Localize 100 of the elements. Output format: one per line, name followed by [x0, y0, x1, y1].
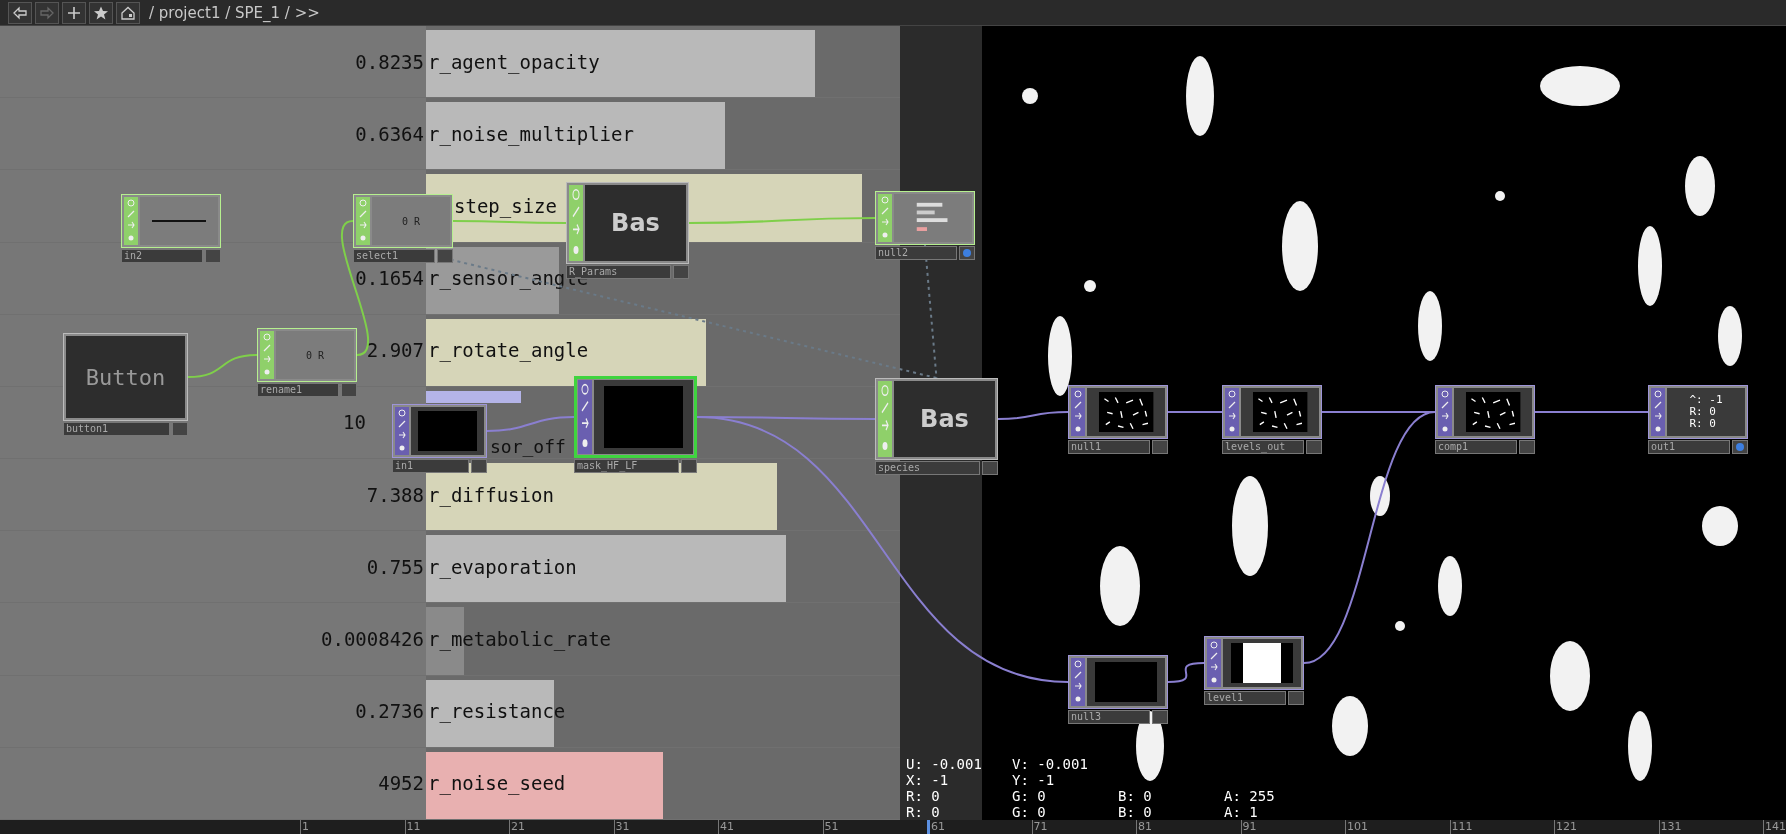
- display-flag-button[interactable]: [341, 383, 357, 397]
- operator-node[interactable]: Bas: [566, 182, 689, 264]
- forward-arrow-icon: [39, 4, 55, 21]
- node-name[interactable]: rename1: [257, 383, 339, 397]
- operator-node[interactable]: [1068, 655, 1168, 709]
- frame-tick: 31: [613, 820, 718, 834]
- particle-blob: [1718, 306, 1742, 366]
- operator-node[interactable]: Button: [63, 333, 188, 421]
- node-name[interactable]: in1: [392, 459, 469, 473]
- display-flag-button[interactable]: [471, 459, 487, 473]
- star-button[interactable]: [89, 1, 113, 24]
- node-flags-drawing[interactable]: [1071, 388, 1085, 436]
- particle-blob: [1685, 156, 1715, 216]
- operator-node[interactable]: [392, 404, 487, 458]
- parameter-value: 0.2736: [355, 700, 424, 723]
- node-name[interactable]: levels_out: [1222, 440, 1304, 454]
- add-button[interactable]: [62, 1, 86, 24]
- node-flags-drawing[interactable]: [878, 381, 892, 457]
- node-name[interactable]: mask_HF_LF: [574, 459, 679, 473]
- pixel-readout: U: -0.001: [906, 756, 982, 772]
- operator-node[interactable]: [1204, 636, 1304, 690]
- node-name[interactable]: null2: [875, 246, 957, 260]
- node-flags-drawing[interactable]: [578, 380, 592, 454]
- plus-icon: [66, 4, 82, 21]
- particle-blob: [1550, 641, 1590, 711]
- operator-node[interactable]: 0 R: [257, 328, 357, 382]
- node-name[interactable]: species: [875, 461, 980, 475]
- display-flag-button[interactable]: [172, 422, 188, 436]
- node-flags-drawing[interactable]: [124, 197, 138, 245]
- frame-tick: 81: [1136, 820, 1241, 834]
- display-flag-button[interactable]: [205, 249, 221, 263]
- breadcrumb-path[interactable]: / project1 / SPE_1 / >>: [149, 3, 320, 22]
- pixel-readout: G: 0: [1012, 788, 1046, 804]
- node-wire: [1167, 662, 1205, 683]
- node-preview-text: Bas: [920, 405, 969, 433]
- particle-blob: [1628, 711, 1652, 781]
- pixel-readout: B: 0: [1118, 788, 1152, 804]
- pixel-readout: A: 255: [1224, 788, 1275, 804]
- node-name[interactable]: select1: [353, 249, 435, 263]
- node-flags-drawing[interactable]: [1438, 388, 1452, 436]
- node-name[interactable]: in2: [121, 249, 203, 263]
- node-flags-drawing[interactable]: [569, 185, 583, 261]
- node-name[interactable]: level1: [1204, 691, 1286, 705]
- node-flags-drawing[interactable]: [1071, 658, 1085, 706]
- display-flag-button[interactable]: [1732, 440, 1748, 454]
- operator-node[interactable]: [1068, 385, 1168, 439]
- display-flag-button[interactable]: [959, 246, 975, 260]
- operator-node[interactable]: ^: -1 R: 0 R: 0: [1648, 385, 1748, 439]
- display-flag-button[interactable]: [1152, 440, 1168, 454]
- node-wire: [1167, 411, 1223, 413]
- pixel-readout: X: -1: [906, 772, 949, 788]
- display-flag-button[interactable]: [673, 265, 689, 279]
- node-flags-drawing[interactable]: [395, 407, 409, 455]
- frame-tick: 111: [1449, 820, 1554, 834]
- parameter-bar[interactable]: [426, 463, 777, 531]
- parameter-name: r_noise_multiplier: [427, 122, 634, 145]
- display-flag-button[interactable]: [1306, 440, 1322, 454]
- pixel-readout: V: -0.001: [1012, 756, 1088, 772]
- node-preview-text: 0 R: [401, 215, 421, 227]
- parameter-bar[interactable]: [426, 102, 725, 170]
- node-name[interactable]: out1: [1648, 440, 1730, 454]
- parameter-name: r_rotate_angle: [427, 339, 589, 362]
- node-name[interactable]: button1: [63, 422, 170, 436]
- display-flag-button[interactable]: [681, 459, 697, 473]
- parameter-bar[interactable]: [426, 30, 815, 98]
- frame-tick: 101: [1345, 820, 1450, 834]
- frame-tick: 1: [300, 820, 405, 834]
- particle-blob: [1495, 191, 1505, 201]
- back-arrow-icon: [12, 4, 28, 21]
- operator-node[interactable]: Bas: [875, 378, 998, 460]
- frame-tick: 21: [509, 820, 614, 834]
- operator-node[interactable]: [1435, 385, 1535, 439]
- node-flags-drawing[interactable]: [1651, 388, 1665, 436]
- node-flags-drawing[interactable]: [356, 197, 370, 245]
- pixel-readout: Y: -1: [1012, 772, 1055, 788]
- parameter-name: step_size: [453, 194, 557, 217]
- operator-node[interactable]: [1222, 385, 1322, 439]
- back-button[interactable]: [8, 1, 32, 24]
- node-flags-drawing[interactable]: [1207, 639, 1221, 687]
- operator-node[interactable]: [574, 376, 697, 458]
- home-button[interactable]: [116, 1, 140, 24]
- display-flag-button[interactable]: [1519, 440, 1535, 454]
- node-flags-drawing[interactable]: [260, 331, 274, 379]
- parameter-bar[interactable]: [426, 318, 706, 386]
- display-flag-button[interactable]: [1288, 691, 1304, 705]
- display-flag-button[interactable]: [982, 461, 998, 475]
- display-flag-button[interactable]: [437, 249, 453, 263]
- parameter-bar[interactable]: [426, 751, 663, 819]
- node-name[interactable]: null3: [1068, 710, 1150, 724]
- node-preview-text: ^: -1 R: 0 R: 0: [1689, 393, 1723, 431]
- node-flags-drawing[interactable]: [878, 194, 892, 242]
- node-name[interactable]: null1: [1068, 440, 1150, 454]
- node-preview-text: Button: [85, 364, 166, 390]
- operator-node[interactable]: 0 R: [353, 194, 453, 248]
- parameter-value: 7.388: [366, 483, 424, 506]
- node-name[interactable]: comp1: [1435, 440, 1517, 454]
- display-flag-button[interactable]: [1152, 710, 1168, 724]
- node-flags-drawing[interactable]: [1225, 388, 1239, 436]
- pixel-readout: R: 0: [906, 788, 940, 804]
- particle-blob: [1084, 280, 1096, 292]
